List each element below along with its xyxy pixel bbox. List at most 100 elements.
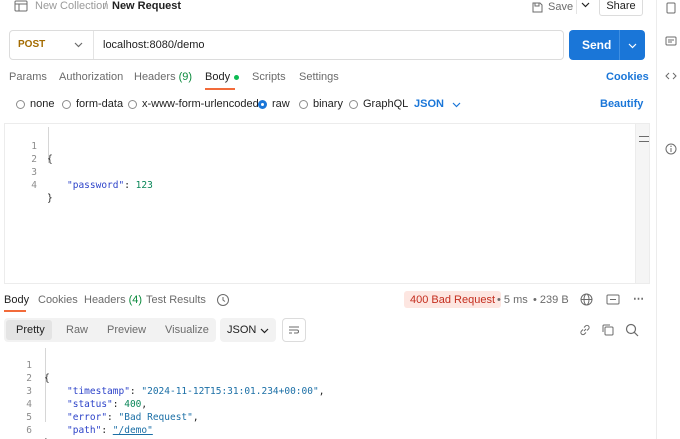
copy-icon[interactable] <box>601 323 615 337</box>
globe-icon[interactable] <box>580 293 593 306</box>
view-preview-button[interactable]: Preview <box>107 324 146 336</box>
method-select[interactable]: POST <box>18 39 45 50</box>
save-options-button[interactable] <box>576 0 594 14</box>
collection-icon <box>14 0 28 12</box>
tab-params[interactable]: Params <box>9 71 47 83</box>
radio-raw[interactable]: raw <box>258 98 290 110</box>
tab-body-label: Body <box>205 71 231 83</box>
pane-resize-handle[interactable] <box>639 136 649 142</box>
chevron-down-icon <box>452 102 461 107</box>
code-line: 1 { <box>0 346 49 384</box>
json-string-link[interactable]: "/demo" <box>113 425 153 436</box>
code-line: 2 "timestamp": "2024-11-12T15:31:01.234+… <box>0 359 324 397</box>
response-tab-body[interactable]: Body <box>4 294 29 306</box>
save-response-icon[interactable] <box>606 294 620 305</box>
code-line: 3 "password": 123 <box>5 153 153 191</box>
request-body-editor[interactable]: 1 { 2 3 "password": 123 4 } <box>4 123 650 284</box>
line-number: 6 <box>26 425 32 436</box>
status-text: 400 Bad Request <box>410 293 496 306</box>
cookies-link[interactable]: Cookies <box>606 71 649 83</box>
response-headers-count: (4) <box>128 294 143 306</box>
breadcrumb-request[interactable]: New Request <box>112 0 181 12</box>
response-size-value: 239 B <box>539 294 569 306</box>
json-comma: , <box>192 412 199 423</box>
divider <box>93 31 94 59</box>
json-number: 400 <box>124 399 142 410</box>
response-time[interactable]: • 5 ms <box>497 294 528 306</box>
response-body-viewer[interactable]: 1 { 2 "timestamp": "2024-11-12T15:31:01.… <box>0 346 650 439</box>
json-comma: , <box>141 399 148 410</box>
code-line: 6 } <box>0 411 49 439</box>
response-tab-test-results[interactable]: Test Results <box>146 294 206 306</box>
json-separator: : <box>129 386 142 397</box>
radio-urlencoded-label: x-www-form-urlencoded <box>142 98 259 110</box>
docs-icon[interactable] <box>665 2 677 14</box>
comments-icon[interactable] <box>665 36 677 48</box>
radio-binary[interactable]: binary <box>299 98 343 110</box>
wrap-lines-button[interactable] <box>282 318 306 342</box>
url-bar: POST <box>9 30 564 60</box>
chevron-down-icon[interactable] <box>74 40 83 49</box>
editor-scrollbar[interactable] <box>635 124 649 283</box>
code-icon[interactable] <box>665 70 677 82</box>
tab-scripts[interactable]: Scripts <box>252 71 286 83</box>
radio-form-data-label: form-data <box>76 98 124 110</box>
code-text: "password": 123 <box>67 179 153 192</box>
tab-authorization[interactable]: Authorization <box>59 71 123 83</box>
view-visualize-button[interactable]: Visualize <box>165 324 209 336</box>
tab-settings[interactable]: Settings <box>299 71 339 83</box>
breadcrumb-separator: / <box>104 0 108 12</box>
code-text: "timestamp": "2024-11-12T15:31:01.234+00… <box>67 385 324 398</box>
code-text: { <box>47 154 53 165</box>
radio-urlencoded[interactable]: x-www-form-urlencoded <box>128 98 259 110</box>
radio-none[interactable]: none <box>16 98 54 110</box>
line-number: 4 <box>31 180 37 191</box>
response-format-label: JSON <box>227 324 257 336</box>
more-options-icon[interactable]: ⋯ <box>633 292 644 305</box>
code-text: "path": "/demo" <box>67 424 153 437</box>
send-button[interactable]: Send <box>569 30 645 60</box>
json-key: "status" <box>67 399 113 410</box>
response-size[interactable]: • 239 B <box>533 294 569 306</box>
status-badge[interactable]: 400 Bad Request <box>404 291 502 308</box>
url-input[interactable] <box>103 38 543 52</box>
json-separator: : <box>101 425 113 436</box>
save-button[interactable]: Save <box>532 0 573 14</box>
response-format-select[interactable]: JSON <box>220 318 276 342</box>
code-text: "status": 400, <box>67 398 147 411</box>
link-icon[interactable] <box>578 323 592 337</box>
send-options-button[interactable] <box>619 30 645 60</box>
view-pretty-button[interactable]: Pretty <box>16 324 45 336</box>
info-icon[interactable] <box>665 143 677 155</box>
share-button[interactable]: Share <box>599 0 643 16</box>
save-icon <box>532 2 543 12</box>
view-raw-button[interactable]: Raw <box>66 324 88 336</box>
wrap-lines-icon <box>289 326 299 334</box>
body-indicator-dot <box>234 74 240 80</box>
history-icon[interactable] <box>216 293 230 307</box>
tab-headers[interactable]: Headers (9) <box>134 71 192 83</box>
beautify-button[interactable]: Beautify <box>600 98 643 110</box>
chevron-down-icon <box>581 2 590 8</box>
code-line: 2 <box>5 140 37 165</box>
radio-graphql[interactable]: GraphQL <box>349 98 408 110</box>
response-tab-cookies[interactable]: Cookies <box>38 294 78 306</box>
radio-raw-label: raw <box>272 98 290 110</box>
top-bar: New Collection / New Request Save Share <box>0 0 656 16</box>
body-format-select[interactable]: JSON <box>414 98 461 110</box>
response-tab-headers[interactable]: Headers (4) <box>84 294 142 306</box>
tab-body[interactable]: Body <box>205 71 240 83</box>
body-format-label: JSON <box>414 98 444 110</box>
json-string: "Bad Request" <box>118 412 193 423</box>
response-tab-headers-label: Headers <box>84 294 126 306</box>
save-label: Save <box>548 1 574 13</box>
breadcrumb-collection[interactable]: New Collection <box>35 0 108 12</box>
code-text: { <box>44 373 50 384</box>
json-comma: , <box>318 386 325 397</box>
radio-form-data[interactable]: form-data <box>62 98 123 110</box>
code-line: 1 { <box>5 127 52 165</box>
code-text: } <box>47 193 53 204</box>
search-icon[interactable] <box>625 323 639 337</box>
indent-guide <box>45 348 46 422</box>
radio-circle <box>16 99 25 109</box>
